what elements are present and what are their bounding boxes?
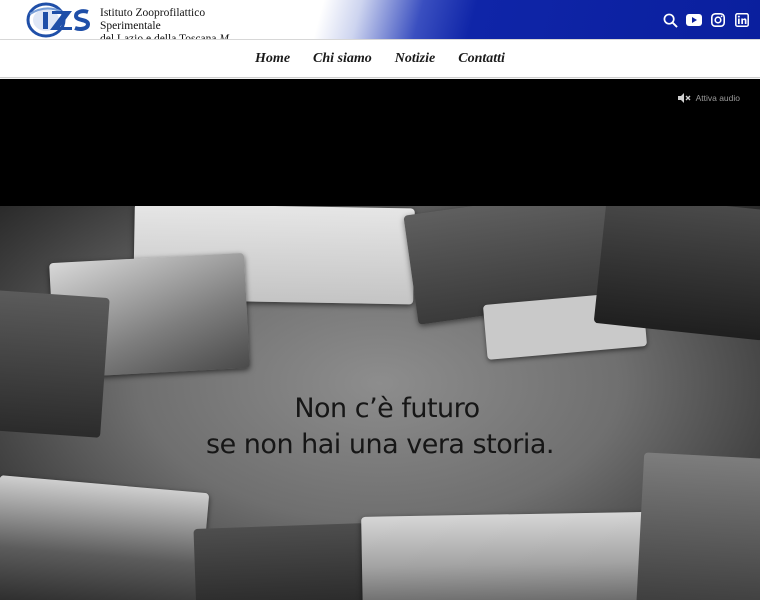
- izs-logo[interactable]: [26, 2, 98, 38]
- youtube-icon[interactable]: [686, 12, 702, 28]
- top-bar: Istituto Zooprofilattico Sperimentale de…: [0, 0, 760, 58]
- instagram-icon[interactable]: [710, 12, 726, 28]
- nav-item-chi-siamo[interactable]: Chi siamo: [313, 51, 372, 67]
- org-name-line1: Istituto Zooprofilattico Sperimentale: [100, 7, 206, 32]
- photo-bottom-far-right: [635, 452, 760, 600]
- main-nav: Home Chi siamo Notizie Contatti: [0, 40, 760, 78]
- linkedin-icon[interactable]: [734, 12, 750, 28]
- photo-bottom-center: [193, 523, 367, 600]
- hero-tagline: Non c’è futuro se non hai una vera stori…: [0, 391, 760, 463]
- tagline-line1: Non c’è futuro: [294, 393, 480, 424]
- tagline-line2: se non hai una vera storia.: [206, 429, 554, 460]
- photo-far-right: [593, 206, 760, 341]
- video-frame: Non c’è futuro se non hai una vera stori…: [0, 206, 760, 600]
- nav-item-home[interactable]: Home: [255, 51, 290, 67]
- hero-video[interactable]: Attiva audio Non c’è futuro se non hai u…: [0, 79, 760, 600]
- search-icon[interactable]: [662, 12, 678, 28]
- social-icons: [662, 9, 750, 31]
- audio-toggle[interactable]: Attiva audio: [677, 93, 740, 103]
- photo-bottom-left: [0, 475, 210, 600]
- audio-toggle-label: Attiva audio: [695, 93, 740, 103]
- mute-icon: [677, 93, 691, 103]
- nav-item-notizie[interactable]: Notizie: [395, 51, 435, 67]
- nav-item-contatti[interactable]: Contatti: [458, 51, 505, 67]
